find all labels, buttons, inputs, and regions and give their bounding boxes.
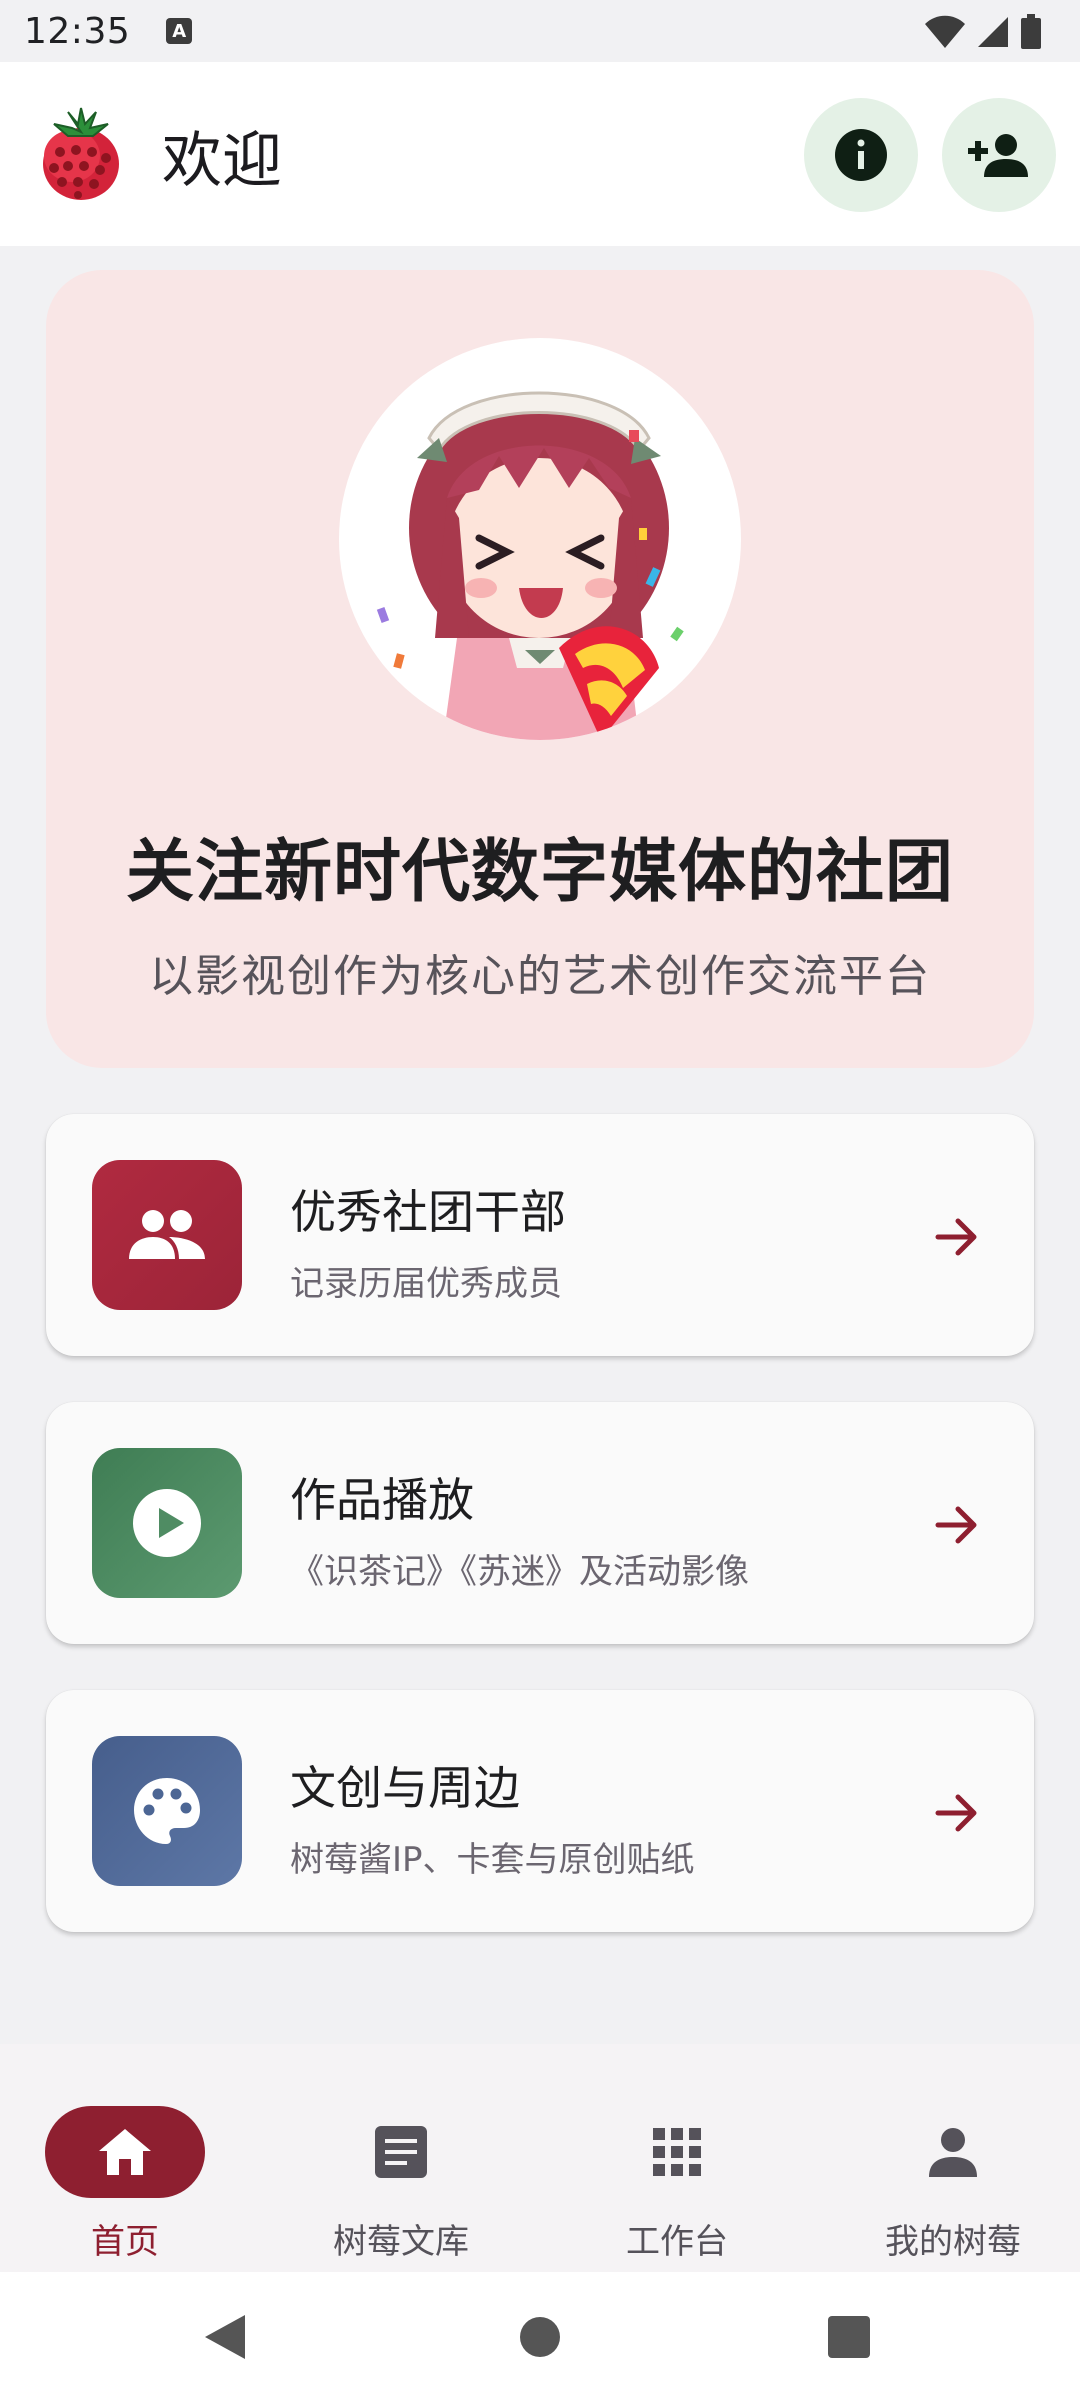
card-title: 优秀社团干部 bbox=[290, 1185, 566, 1239]
nav-indicator bbox=[597, 2106, 757, 2198]
app-bar: 欢迎 bbox=[0, 62, 1080, 246]
signal-icon bbox=[978, 17, 1008, 47]
play-circle-icon bbox=[133, 1489, 201, 1557]
card-description: 《识茶记》《苏迷》及活动影像 bbox=[290, 1552, 749, 1592]
nav-item-profile[interactable]: 我的树莓 bbox=[828, 2074, 1080, 2262]
notification-icon: A bbox=[166, 18, 193, 44]
add-member-button[interactable] bbox=[942, 98, 1056, 212]
card-description: 记录历届优秀成员 bbox=[290, 1264, 562, 1304]
arrow-right-icon bbox=[935, 1794, 977, 1832]
nav-label: 树莓文库 bbox=[333, 2222, 469, 2262]
card-merch[interactable]: 文创与周边 树莓酱IP、卡套与原创贴纸 bbox=[46, 1690, 1034, 1932]
group-icon bbox=[129, 1210, 205, 1259]
status-icons bbox=[924, 14, 1042, 50]
back-triangle-icon bbox=[205, 2315, 245, 2359]
info-button[interactable] bbox=[804, 98, 918, 212]
hero-title: 关注新时代数字媒体的社团 bbox=[125, 833, 954, 912]
screen: 12:35 A 欢迎 关注新时代数字媒体的社团 以影视创作为核心的艺术创作交流平… bbox=[0, 0, 1080, 2400]
nav-item-home[interactable]: 首页 bbox=[0, 2074, 270, 2262]
bottom-navigation: 首页 树莓文库 工作台 我的树莓 bbox=[0, 2044, 1080, 2272]
nav-label: 首页 bbox=[91, 2222, 159, 2262]
status-bar: 12:35 A bbox=[0, 0, 1080, 62]
recents-square-icon bbox=[828, 2316, 870, 2358]
home-icon bbox=[99, 2129, 151, 2175]
nav-indicator bbox=[873, 2106, 1033, 2198]
strawberry-logo bbox=[43, 107, 119, 200]
back-button[interactable] bbox=[200, 2312, 250, 2362]
person-add-icon bbox=[968, 134, 1028, 177]
mascot-avatar bbox=[339, 338, 741, 740]
info-icon bbox=[835, 129, 887, 181]
apps-grid-icon bbox=[653, 2128, 701, 2176]
arrow-right-icon bbox=[935, 1218, 977, 1256]
hero-subtitle: 以影视创作为核心的艺术创作交流平台 bbox=[149, 951, 931, 1002]
battery-icon bbox=[1021, 14, 1041, 49]
home-system-button[interactable] bbox=[515, 2312, 565, 2362]
mascot-illustration bbox=[376, 391, 684, 740]
card-description: 树莓酱IP、卡套与原创贴纸 bbox=[290, 1840, 695, 1880]
nav-item-workbench[interactable]: 工作台 bbox=[552, 2074, 822, 2262]
card-works-playback[interactable]: 作品播放 《识茶记》《苏迷》及活动影像 bbox=[46, 1402, 1034, 1644]
card-title: 文创与周边 bbox=[290, 1761, 520, 1815]
card-outstanding-officers[interactable]: 优秀社团干部 记录历届优秀成员 bbox=[46, 1114, 1034, 1356]
card-icon-tile bbox=[92, 1160, 242, 1310]
nav-indicator bbox=[321, 2106, 481, 2198]
nav-indicator bbox=[45, 2106, 205, 2198]
nav-label: 我的树莓 bbox=[885, 2222, 1021, 2262]
nav-item-library[interactable]: 树莓文库 bbox=[276, 2074, 546, 2262]
system-nav-bar bbox=[0, 2272, 1080, 2400]
wifi-icon bbox=[925, 15, 965, 48]
page-title: 欢迎 bbox=[162, 126, 282, 196]
status-time: 12:35 bbox=[24, 10, 131, 52]
recents-button[interactable] bbox=[824, 2312, 874, 2362]
hero-card: 关注新时代数字媒体的社团 以影视创作为核心的艺术创作交流平台 bbox=[46, 270, 1034, 1068]
card-icon-tile bbox=[92, 1448, 242, 1598]
palette-icon bbox=[134, 1778, 200, 1844]
card-title: 作品播放 bbox=[290, 1473, 474, 1527]
article-icon bbox=[375, 2126, 427, 2178]
nav-label: 工作台 bbox=[626, 2222, 728, 2262]
person-icon bbox=[929, 2128, 977, 2177]
arrow-right-icon bbox=[935, 1506, 977, 1544]
home-circle-icon bbox=[520, 2317, 560, 2357]
card-icon-tile bbox=[92, 1736, 242, 1886]
